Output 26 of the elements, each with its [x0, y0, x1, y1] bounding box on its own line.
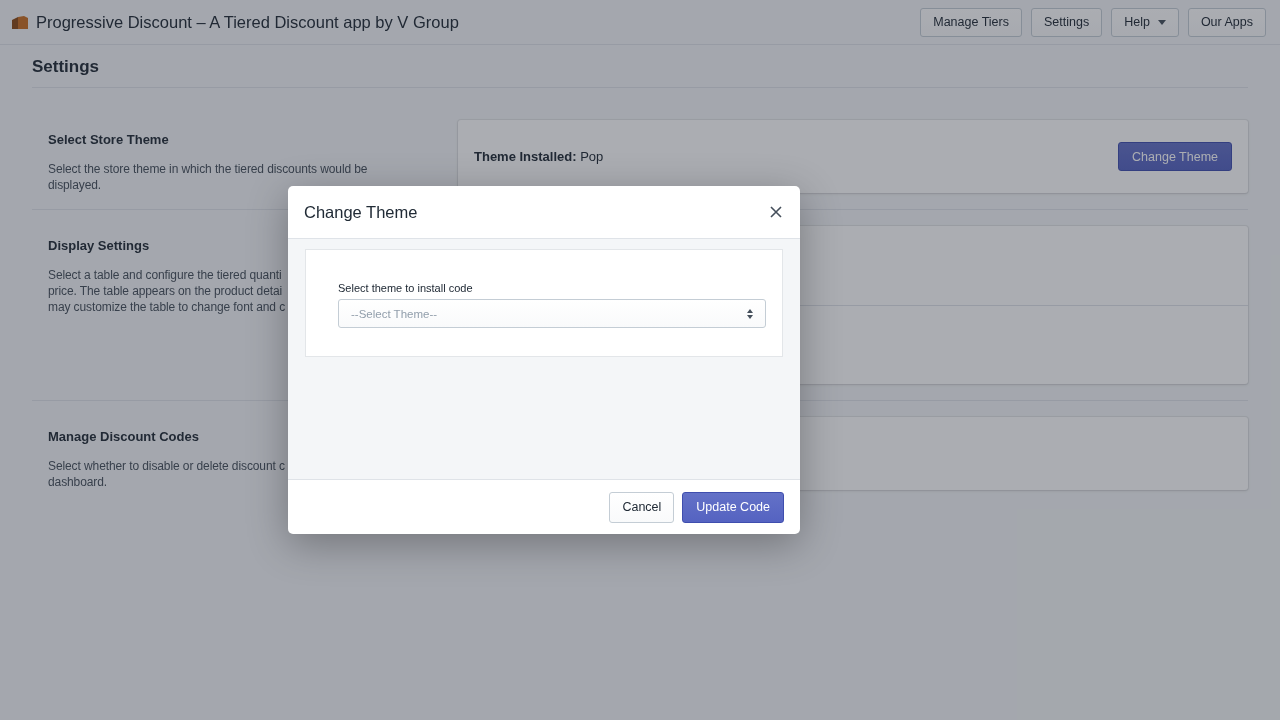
nav-button[interactable]: Manage Tiers — [920, 7, 1022, 37]
section-title: Display Settings — [48, 238, 151, 253]
section-title: Select Store Theme — [48, 132, 170, 147]
description-line: may customize the table to change font and c — [48, 299, 286, 315]
update-code-button[interactable]: Update Code — [682, 491, 784, 523]
help-dropdown[interactable]: Help — [1111, 7, 1179, 37]
nav-button[interactable]: Settings — [1031, 7, 1103, 37]
nav-button[interactable]: Our Apps — [1187, 7, 1266, 37]
select-arrows-icon — [747, 308, 753, 319]
app-title: Progressive Discount – A Tiered Discount app by V Group — [36, 12, 460, 32]
description-line: Select the store theme in which the tiered discounts would be — [48, 161, 368, 177]
description-line: displayed. — [48, 177, 102, 193]
field-label: Select theme to install code — [338, 282, 474, 294]
cancel-button[interactable]: Cancel — [609, 491, 675, 523]
description-line: price. The table appears on the product detai — [48, 283, 283, 299]
page-title: Settings — [32, 45, 1248, 88]
section-title: Manage Discount Codes — [48, 429, 200, 444]
dialog-title: Change Theme — [304, 202, 418, 222]
close-button[interactable] — [768, 204, 784, 220]
change-theme-button[interactable]: Change Theme — [1118, 142, 1232, 171]
logo-icon — [12, 15, 28, 29]
caret-icon — [1157, 19, 1166, 25]
description-line: Select a table and configure the tiered quanti — [48, 267, 282, 283]
theme-installed-text: Theme Installed: Pop — [474, 149, 604, 164]
description-line: Select whether to disable or delete discount c — [48, 458, 285, 474]
description-line: dashboard. — [48, 474, 108, 490]
